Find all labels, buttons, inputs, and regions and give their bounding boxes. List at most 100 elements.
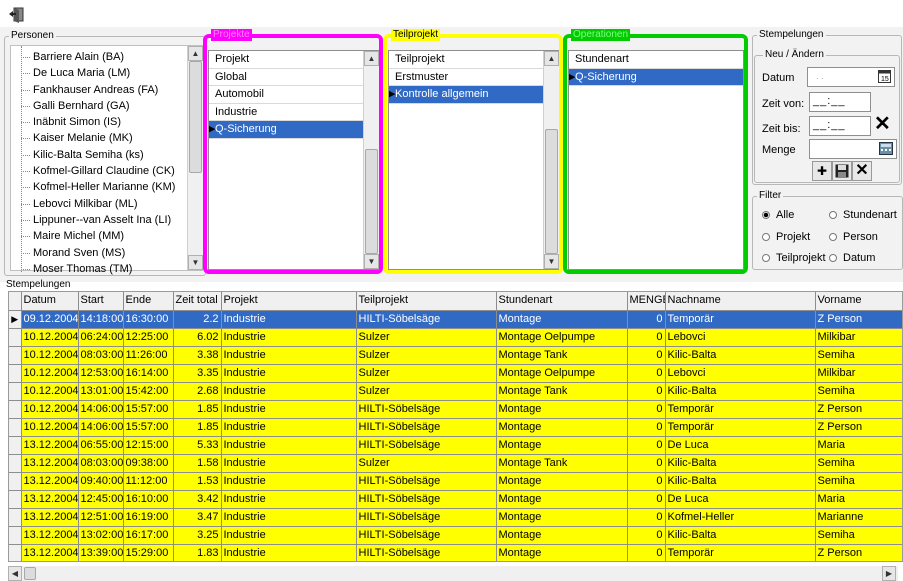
person-list-item[interactable]: Kaiser Melanie (MK)	[11, 130, 187, 146]
table-cell[interactable]: 13.12.2004	[21, 526, 79, 545]
person-list-item[interactable]: Kilic-Balta Semiha (ks)	[11, 147, 187, 163]
table-cell[interactable]: 0	[627, 454, 666, 473]
table-cell[interactable]: 0	[627, 346, 666, 365]
exit-door-icon[interactable]	[8, 6, 28, 24]
table-cell[interactable]: Temporär	[665, 400, 816, 419]
table-cell[interactable]: Montage	[496, 526, 628, 545]
table-cell[interactable]: HILTI-Söbelsäge	[356, 400, 497, 419]
table-cell[interactable]: Sulzer	[356, 346, 497, 365]
row-indicator[interactable]	[9, 418, 22, 437]
column-header[interactable]: MENGE	[627, 292, 666, 311]
table-cell[interactable]: 1.85	[173, 400, 222, 419]
row-indicator[interactable]	[9, 382, 22, 401]
table-cell[interactable]: 3.25	[173, 526, 222, 545]
table-row[interactable]: 13.12.2004 12:45:00 16:10:00 3.42 Industrie H…	[9, 490, 902, 509]
table-cell[interactable]: 10.12.2004	[21, 382, 79, 401]
person-list-item[interactable]: Maire Michel (MM)	[11, 228, 187, 244]
menge-field[interactable]	[809, 139, 897, 159]
row-indicator[interactable]	[9, 364, 22, 383]
table-cell[interactable]: 13.12.2004	[21, 544, 79, 561]
teilprojekt-list-item[interactable]: Erstmuster	[389, 69, 543, 86]
person-list-item[interactable]: Lebovci Milkibar (ML)	[11, 196, 187, 212]
teilprojekt-list-item[interactable]: ▶Kontrolle allgemein	[389, 86, 543, 104]
row-indicator[interactable]	[9, 526, 22, 545]
table-cell[interactable]: Milkibar	[815, 364, 902, 383]
table-cell[interactable]: Montage Oelpumpe	[496, 364, 628, 383]
table-cell[interactable]: Z Person	[815, 310, 902, 329]
table-row[interactable]: 13.12.2004 09:40:00 11:12:00 1.53 Industrie H…	[9, 472, 902, 491]
person-list-item[interactable]: Kofmel-Heller Marianne (KM)	[11, 179, 187, 195]
table-cell[interactable]: Sulzer	[356, 454, 497, 473]
table-cell[interactable]: 15:29:00	[123, 544, 174, 561]
stempelungen-grid[interactable]: Datum Start Ende Zeit total Projekt Teilproje…	[8, 291, 903, 562]
table-cell[interactable]: HILTI-Söbelsäge	[356, 508, 497, 527]
row-indicator[interactable]	[9, 328, 22, 347]
column-header[interactable]: Zeit total	[173, 292, 222, 311]
table-cell[interactable]: Kofmel-Heller	[665, 508, 816, 527]
table-cell[interactable]: 5.33	[173, 436, 222, 455]
table-cell[interactable]: 14:06:00	[78, 400, 124, 419]
table-cell[interactable]: De Luca	[665, 436, 816, 455]
table-cell[interactable]: Temporär	[665, 544, 816, 561]
table-cell[interactable]: 08:03:00	[78, 454, 124, 473]
table-cell[interactable]: Z Person	[815, 418, 902, 437]
cancel-button[interactable]: ✕	[852, 161, 872, 181]
table-cell[interactable]: Semiha	[815, 472, 902, 491]
clear-time-x-icon[interactable]: ✕	[874, 114, 891, 134]
teilprojekt-list[interactable]: Teilprojekt Erstmuster ▶Kontrolle allgemei…	[388, 50, 559, 270]
table-cell[interactable]: 16:19:00	[123, 508, 174, 527]
table-cell[interactable]: 0	[627, 526, 666, 545]
table-cell[interactable]: Montage Tank	[496, 454, 628, 473]
table-cell[interactable]: Montage Tank	[496, 346, 628, 365]
table-cell[interactable]: 13.12.2004	[21, 508, 79, 527]
table-cell[interactable]: Z Person	[815, 400, 902, 419]
table-cell[interactable]: 11:12:00	[123, 472, 174, 491]
scroll-up-icon[interactable]: ▲	[188, 46, 203, 61]
table-cell[interactable]: 16:30:00	[123, 310, 174, 329]
table-cell[interactable]: Montage	[496, 436, 628, 455]
table-cell[interactable]: 15:57:00	[123, 400, 174, 419]
table-cell[interactable]: Industrie	[221, 508, 357, 527]
table-cell[interactable]: Industrie	[221, 382, 357, 401]
column-header[interactable]: Vorname	[815, 292, 902, 311]
table-cell[interactable]: 0	[627, 472, 666, 491]
table-cell[interactable]: 1.53	[173, 472, 222, 491]
table-row[interactable]: 13.12.2004 08:03:00 09:38:00 1.58 Industrie S…	[9, 454, 902, 473]
table-cell[interactable]: Milkibar	[815, 328, 902, 347]
table-cell[interactable]: 09:40:00	[78, 472, 124, 491]
table-cell[interactable]: 13.12.2004	[21, 454, 79, 473]
table-cell[interactable]: 13:39:00	[78, 544, 124, 561]
person-list-item[interactable]: Moser Thomas (TM)	[11, 261, 187, 277]
table-cell[interactable]: Industrie	[221, 544, 357, 561]
table-cell[interactable]: Marianne	[815, 508, 902, 527]
table-cell[interactable]: Kilic-Balta	[665, 526, 816, 545]
person-list-item[interactable]: De Luca Maria (LM)	[11, 65, 187, 81]
table-cell[interactable]: 10.12.2004	[21, 400, 79, 419]
table-cell[interactable]: Maria	[815, 436, 902, 455]
table-cell[interactable]: 0	[627, 382, 666, 401]
table-cell[interactable]: 0	[627, 400, 666, 419]
scroll-thumb[interactable]	[24, 567, 36, 580]
table-cell[interactable]: Industrie	[221, 490, 357, 509]
table-cell[interactable]: Montage Tank	[496, 382, 628, 401]
table-row[interactable]: 10.12.2004 14:06:00 15:57:00 1.85 Industrie H…	[9, 400, 902, 419]
table-row[interactable]: 10.12.2004 14:06:00 15:57:00 1.85 Industrie H…	[9, 418, 902, 437]
table-cell[interactable]: Semiha	[815, 454, 902, 473]
table-cell[interactable]: Industrie	[221, 472, 357, 491]
table-cell[interactable]: 12:51:00	[78, 508, 124, 527]
table-cell[interactable]: Sulzer	[356, 382, 497, 401]
table-cell[interactable]: Lebovci	[665, 328, 816, 347]
projekte-list-item[interactable]: Industrie	[209, 104, 363, 121]
table-cell[interactable]: 12:53:00	[78, 364, 124, 383]
table-cell[interactable]: 2.2	[173, 310, 222, 329]
table-cell[interactable]: HILTI-Söbelsäge	[356, 544, 497, 561]
table-cell[interactable]: Montage	[496, 400, 628, 419]
table-cell[interactable]: 13.12.2004	[21, 472, 79, 491]
projekte-list[interactable]: Projekt Global Automobil Industrie ▶Q-Sicher…	[208, 50, 379, 270]
table-cell[interactable]: 16:14:00	[123, 364, 174, 383]
table-cell[interactable]: 15:57:00	[123, 418, 174, 437]
projekte-list-item[interactable]: Automobil	[209, 86, 363, 104]
table-cell[interactable]: 14:06:00	[78, 418, 124, 437]
scroll-down-icon[interactable]: ▼	[544, 254, 559, 269]
datum-field[interactable]: . . 15	[807, 67, 895, 87]
